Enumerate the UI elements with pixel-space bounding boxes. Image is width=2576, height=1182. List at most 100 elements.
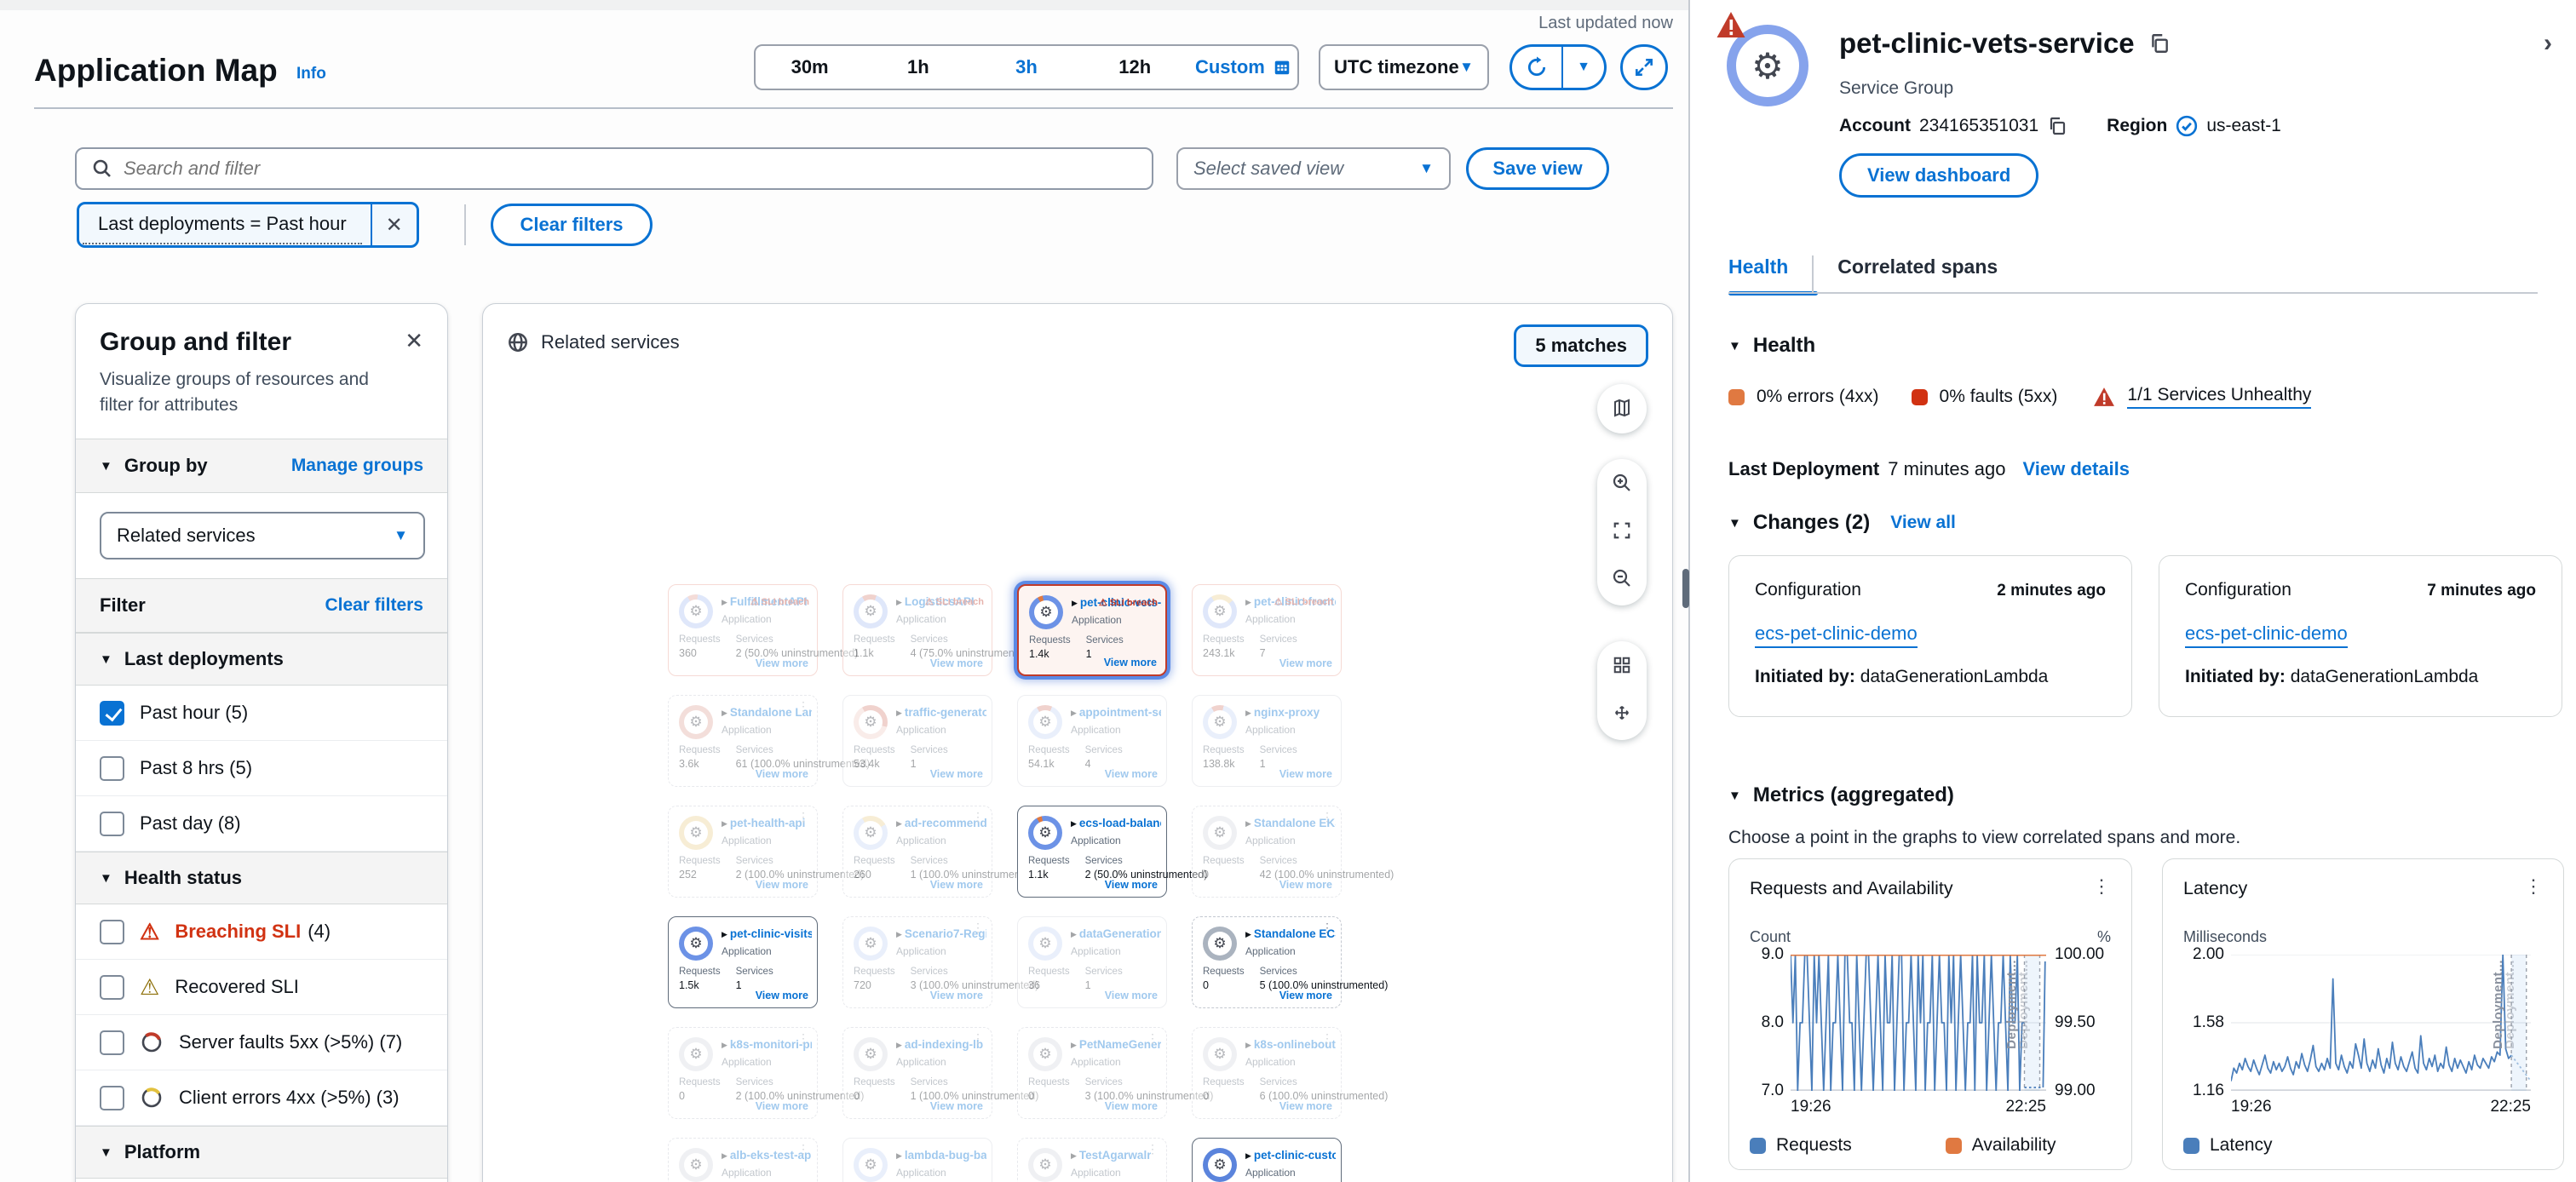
expand-triangle-icon[interactable]: ▶	[896, 1041, 902, 1049]
tab-correlated-spans[interactable]: Correlated spans	[1812, 255, 2021, 294]
service-card-petnamegenerator[interactable]: ⚙▶PetNameGeneratorApplication⋮Requests0S…	[1017, 1027, 1167, 1119]
expand-triangle-icon[interactable]: ▶	[1245, 1151, 1251, 1160]
copy-icon[interactable]	[2047, 116, 2067, 136]
expand-triangle-icon[interactable]: ▶	[1071, 930, 1077, 938]
manage-groups-link[interactable]: Manage groups	[291, 456, 423, 476]
expand-triangle-icon[interactable]: ▶	[722, 930, 727, 938]
checkbox[interactable]	[100, 975, 124, 1000]
kebab-menu-icon[interactable]: ⋮	[797, 1031, 809, 1046]
checkbox[interactable]	[100, 812, 124, 836]
chart-plot[interactable]: Deployment...Deployment...	[1791, 955, 2046, 1091]
search-input[interactable]	[124, 158, 1136, 180]
kebab-menu-icon[interactable]: ⋮	[1321, 921, 1333, 935]
service-card-ad-recommendation-lb[interactable]: ⚙▶ad-recommendation-lbApplication⋮Reques…	[842, 806, 992, 898]
copy-icon[interactable]	[2148, 32, 2171, 55]
expand-triangle-icon[interactable]: ▶	[1245, 598, 1251, 606]
service-card-k8s-onlineboutique-60-[interactable]: ⚙▶k8s-onlineboutique-60...Application⋮Re…	[1192, 1027, 1342, 1119]
time-range-12h[interactable]: 12h	[1081, 56, 1189, 78]
time-range-3h[interactable]: 3h	[972, 56, 1080, 78]
clear-filters-button[interactable]: Clear filters	[491, 204, 653, 246]
service-card-lambda-bug-bash[interactable]: ⚙▶lambda-bug-bashApplication	[842, 1138, 992, 1182]
fullscreen-button[interactable]	[1620, 44, 1668, 90]
kebab-menu-icon[interactable]: ⋮	[972, 1031, 984, 1046]
expand-triangle-icon[interactable]: ▶	[722, 709, 727, 717]
service-card-k8s-monitori-prometh-[interactable]: ⚙▶k8s-monitori-prometh...Application⋮Req…	[668, 1027, 818, 1119]
view-more-link[interactable]: View more	[930, 990, 983, 1001]
view-more-link[interactable]: View more	[1279, 657, 1332, 669]
service-name[interactable]: lambda-bug-bash	[905, 1149, 986, 1162]
expand-triangle-icon[interactable]: ▶	[1071, 709, 1077, 717]
expand-triangle-icon[interactable]: ▶	[896, 1151, 902, 1160]
checkbox[interactable]	[100, 756, 124, 781]
service-card-ad-indexing-lb[interactable]: ⚙▶ad-indexing-lbApplication⋮Requests0Ser…	[842, 1027, 992, 1119]
expand-triangle-icon[interactable]: ▶	[1245, 1041, 1251, 1049]
view-more-link[interactable]: View more	[930, 657, 983, 669]
expand-triangle-icon[interactable]: ▶	[722, 819, 727, 828]
service-card-pet-clinic-vets-service[interactable]: ⚙▶pet-clinic-vets-serviceApplication⚠ SL…	[1017, 584, 1167, 676]
view-more-link[interactable]: View more	[1105, 990, 1158, 1001]
service-card-pet-clinic-customers-s-[interactable]: ⚙▶pet-clinic-customers-s...Application	[1192, 1138, 1342, 1182]
service-card-pet-clinic-frontend-java[interactable]: ⚙▶pet-clinic-frontend-javaApplication⚠ S…	[1192, 584, 1342, 676]
clear-filters-link[interactable]: Clear filters	[325, 595, 423, 616]
view-all-link[interactable]: View all	[1890, 513, 1956, 533]
saved-view-select[interactable]: Select saved view ▼	[1176, 147, 1451, 190]
checkbox[interactable]	[100, 1086, 124, 1110]
expand-triangle-icon[interactable]: ▶	[896, 598, 902, 606]
close-icon[interactable]: ✕	[405, 328, 423, 353]
refresh-button[interactable]	[1509, 44, 1562, 90]
remove-filter-icon[interactable]: ✕	[372, 213, 417, 238]
view-more-link[interactable]: View more	[756, 657, 808, 669]
service-card-standalone-eks[interactable]: ⚙▶Standalone EKSApplication⋮Requests0Ser…	[1192, 806, 1342, 898]
service-name[interactable]: pet-clinic-visits-service	[730, 927, 812, 940]
checkbox[interactable]	[100, 1030, 124, 1055]
time-range-custom[interactable]: Custom	[1189, 56, 1297, 78]
view-more-link[interactable]: View more	[1279, 768, 1332, 780]
expand-triangle-icon[interactable]: ▶	[896, 709, 902, 717]
timezone-select[interactable]: UTC timezone ▼	[1319, 44, 1489, 90]
service-name[interactable]: ecs-load-balancer	[1079, 817, 1161, 829]
chevron-down-icon[interactable]: ▼	[1728, 789, 1741, 803]
service-card-testagarwalr[interactable]: ⚙▶TestAgarwalrApplication⋮	[1017, 1138, 1167, 1182]
chevron-down-icon[interactable]: ▼	[1728, 516, 1741, 531]
change-resource-link[interactable]: ecs-pet-clinic-demo	[2185, 623, 2348, 648]
save-view-button[interactable]: Save view	[1466, 147, 1609, 190]
kebab-menu-icon[interactable]: ⋮	[972, 921, 984, 935]
kebab-menu-icon[interactable]: ⋮	[2092, 878, 2111, 895]
filter-section-health-status[interactable]: ▼Health status	[76, 852, 447, 904]
time-range-30m[interactable]: 30m	[756, 56, 864, 78]
view-more-link[interactable]: View more	[756, 879, 808, 891]
expand-triangle-icon[interactable]: ▶	[1072, 599, 1078, 607]
kebab-menu-icon[interactable]: ⋮	[1147, 1142, 1159, 1156]
service-card-appointment-service-g-[interactable]: ⚙▶appointment-service-g...ApplicationReq…	[1017, 695, 1167, 787]
kebab-menu-icon[interactable]: ⋮	[797, 810, 809, 824]
chevron-down-icon[interactable]: ▼	[100, 459, 112, 473]
filter-section-last-deployments[interactable]: ▼Last deployments	[76, 633, 447, 686]
kebab-menu-icon[interactable]: ⋮	[2524, 878, 2543, 895]
view-more-link[interactable]: View more	[756, 990, 808, 1001]
view-more-link[interactable]: View more	[1279, 1100, 1332, 1112]
service-card-fulfillmentapi[interactable]: ⚙▶FulfillmentAPIApplication⚠ SLI breachR…	[668, 584, 818, 676]
expand-triangle-icon[interactable]: ▶	[1245, 819, 1251, 828]
expand-triangle-icon[interactable]: ▶	[722, 1041, 727, 1049]
kebab-menu-icon[interactable]: ⋮	[797, 1142, 809, 1156]
service-card-alb-eks-test-app[interactable]: ⚙▶alb-eks-test-appApplication⋮	[668, 1138, 818, 1182]
service-name[interactable]: pet-health-api	[730, 817, 806, 829]
view-more-link[interactable]: View more	[1279, 879, 1332, 891]
view-more-link[interactable]: View more	[930, 1100, 983, 1112]
service-name[interactable]: nginx-proxy	[1254, 706, 1320, 719]
view-details-link[interactable]: View details	[2022, 458, 2130, 480]
service-name[interactable]: TestAgarwalr	[1079, 1149, 1152, 1162]
filter-section-platform[interactable]: ▼Platform	[76, 1126, 447, 1179]
service-card-datagenerationlambda[interactable]: ⚙▶dataGenerationLambdaApplicationRequest…	[1017, 916, 1167, 1008]
time-range-1h[interactable]: 1h	[864, 56, 972, 78]
chart-plot[interactable]: Deployment...Deployment...	[2231, 955, 2531, 1091]
chevron-down-icon[interactable]: ▼	[1728, 339, 1741, 353]
service-name[interactable]: dataGenerationLambda	[1079, 927, 1161, 940]
view-more-link[interactable]: View more	[1105, 768, 1158, 780]
service-card-logisticsapi[interactable]: ⚙▶LogisticsAPIApplication⚠ SLI breachReq…	[842, 584, 992, 676]
service-card-nginx-proxy[interactable]: ⚙▶nginx-proxyApplicationRequests138.8kSe…	[1192, 695, 1342, 787]
service-card-pet-clinic-visits-service[interactable]: ⚙▶pet-clinic-visits-serviceApplicationRe…	[668, 916, 818, 1008]
checkbox[interactable]	[100, 701, 124, 726]
services-unhealthy-link[interactable]: 1/1 Services Unhealthy	[2127, 385, 2311, 409]
expand-triangle-icon[interactable]: ▶	[1071, 1041, 1077, 1049]
